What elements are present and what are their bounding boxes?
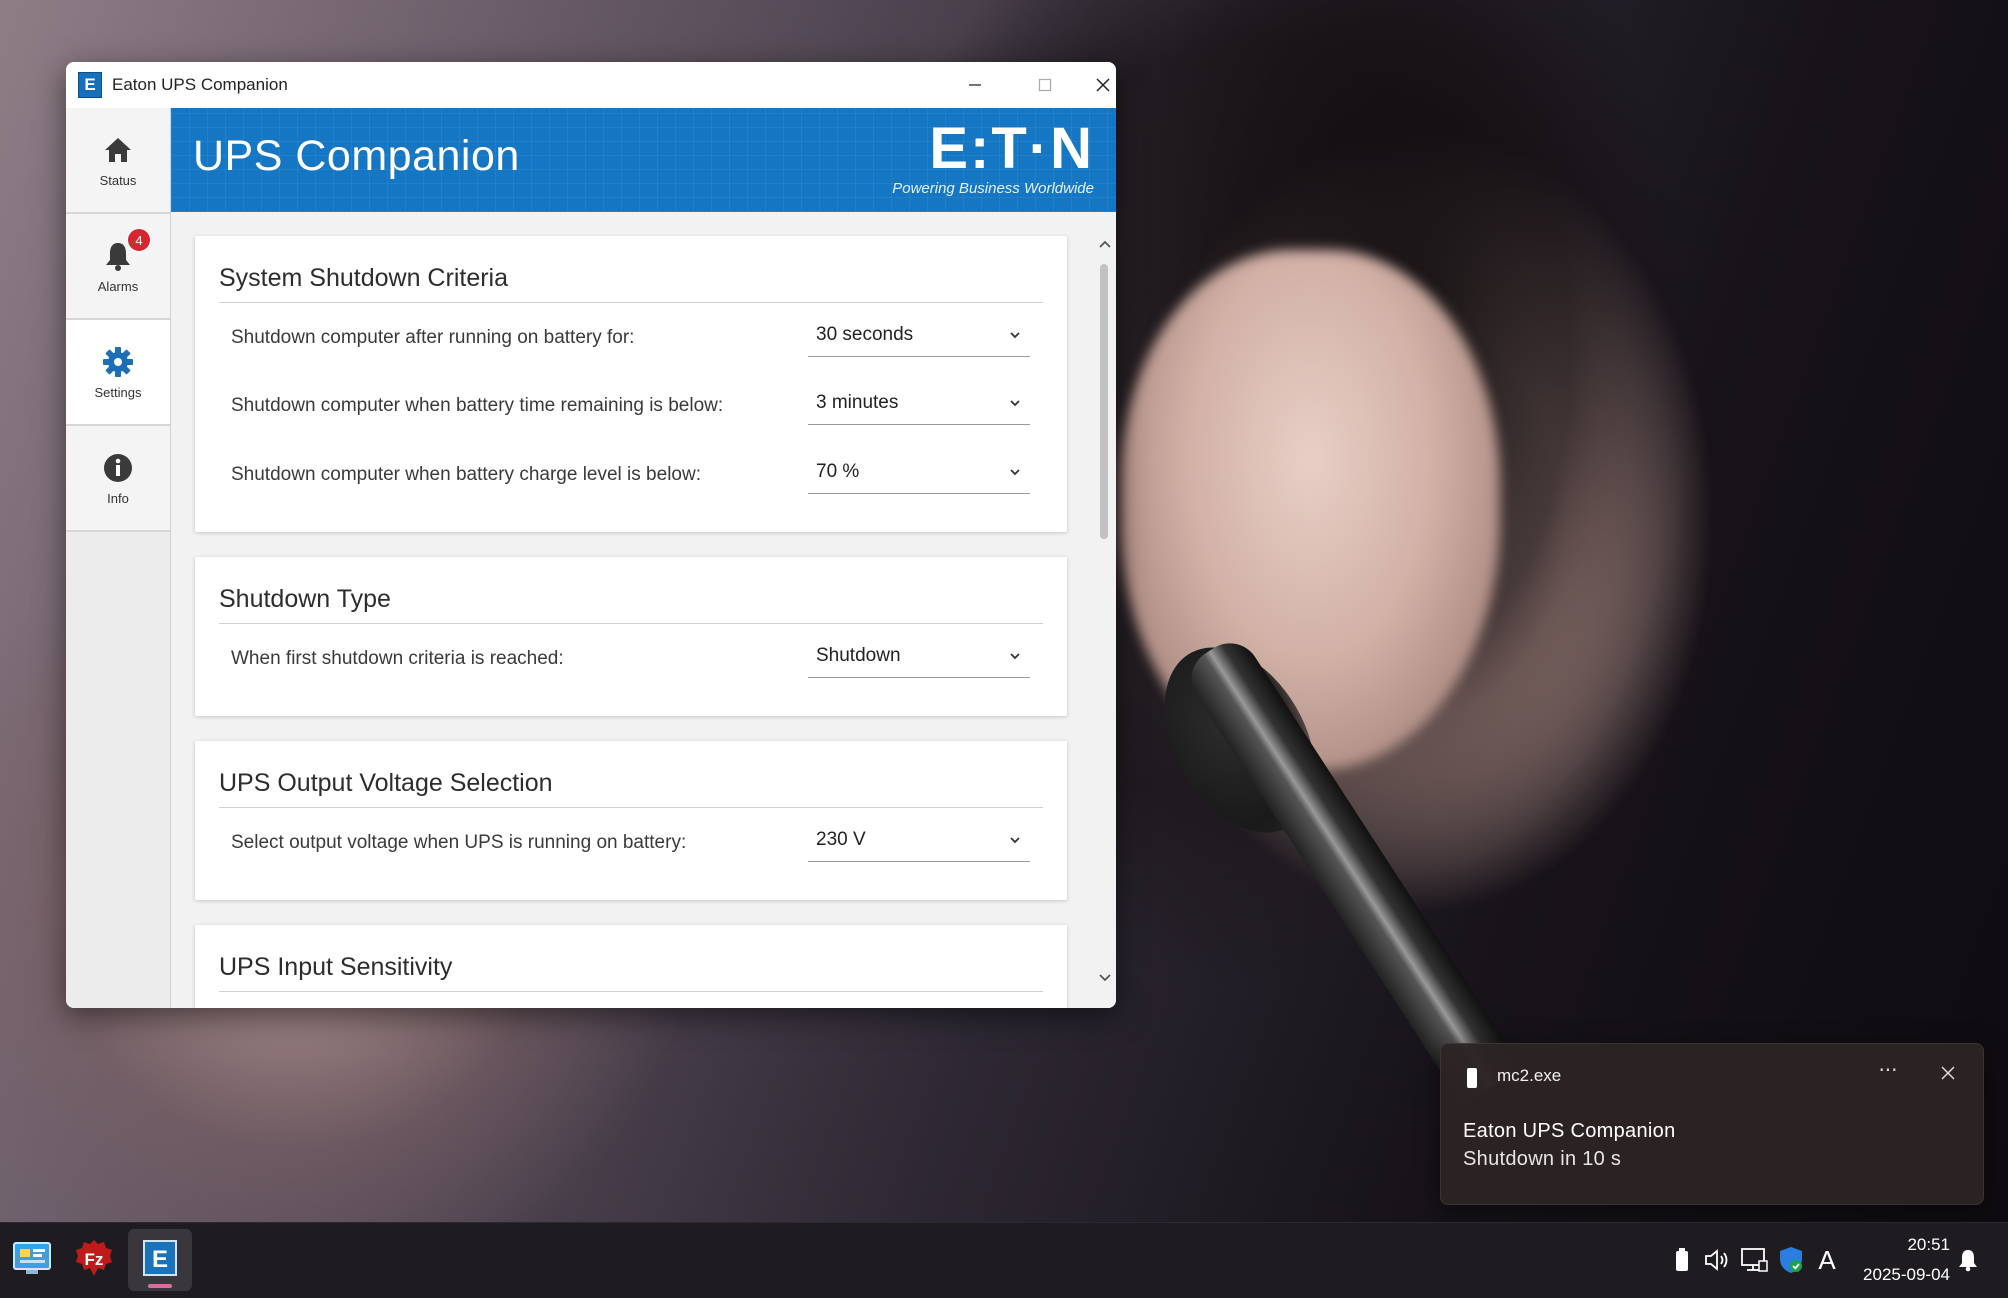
notification-bell-icon[interactable] — [1953, 1245, 1983, 1275]
taskbar: Fz E A 20:51 2025-09-04 — [0, 1222, 2008, 1298]
scroll-up-icon[interactable] — [1096, 234, 1114, 254]
sidebar-item-status[interactable]: Status — [66, 108, 170, 214]
output-voltage-select[interactable]: 230 V — [808, 823, 1030, 862]
sidebar-item-info[interactable]: Info — [66, 426, 170, 532]
output-voltage-card: UPS Output Voltage Selection Select outp… — [195, 741, 1067, 900]
select-value: 70 % — [816, 461, 860, 482]
logo-tagline: Powering Business Worldwide — [892, 180, 1094, 197]
alarm-count-badge: 4 — [127, 228, 151, 252]
shutdown-type-card: Shutdown Type When first shutdown criter… — [195, 557, 1067, 716]
eaton-app-icon: E — [78, 72, 102, 98]
section-title: Shutdown Type — [219, 585, 391, 613]
notification-app-name: mc2.exe — [1497, 1066, 1562, 1085]
input-method-indicator[interactable]: A — [1812, 1245, 1842, 1275]
time-remaining-label: Shutdown computer when battery time rema… — [231, 395, 724, 416]
sidebar: Status 4 Alarms Settings Info — [66, 108, 171, 1008]
filezilla-letters: Fz — [85, 1250, 104, 1269]
taskbar-app-control-panel[interactable] — [0, 1229, 64, 1291]
chevron-down-icon — [1006, 647, 1024, 665]
notification-close-button[interactable] — [1935, 1060, 1961, 1086]
input-sensitivity-card: UPS Input Sensitivity — [195, 925, 1067, 1008]
shutdown-criteria-card: System Shutdown Criteria Shutdown comput… — [195, 236, 1067, 532]
app-window: E Eaton UPS Companion Status 4 Alarms Se… — [66, 62, 1116, 1008]
app-body: Status 4 Alarms Settings Info UPS Compan… — [66, 108, 1116, 1008]
battery-icon[interactable] — [1667, 1245, 1697, 1275]
eaton-logo: E:T·N Powering Business Worldwide — [854, 120, 1094, 204]
notification-title: Eaton UPS Companion — [1463, 1120, 1676, 1142]
select-value: Shutdown — [816, 645, 901, 666]
settings-content: System Shutdown Criteria Shutdown comput… — [171, 212, 1116, 1008]
select-value: 30 seconds — [816, 324, 914, 345]
chevron-down-icon — [1006, 394, 1024, 412]
content-scrollbar[interactable] — [1094, 212, 1116, 1008]
gear-icon — [101, 345, 135, 379]
security-shield-icon[interactable] — [1776, 1245, 1806, 1275]
battery-icon — [1467, 1068, 1477, 1088]
battery-runtime-select[interactable]: 30 seconds — [808, 318, 1030, 357]
notification-body: Shutdown in 10 s — [1463, 1148, 1622, 1170]
taskbar-app-eaton[interactable]: E — [128, 1229, 192, 1291]
notification-toast[interactable]: mc2.exe ··· Eaton UPS Companion Shutdown… — [1440, 1043, 1984, 1205]
battery-runtime-label: Shutdown computer after running on batte… — [231, 327, 635, 348]
taskbar-app-filezilla[interactable]: Fz — [62, 1229, 126, 1291]
select-value: 230 V — [816, 829, 866, 850]
section-divider — [219, 807, 1043, 808]
scroll-down-icon[interactable] — [1096, 968, 1114, 988]
sidebar-item-label: Settings — [94, 384, 142, 400]
eaton-letter: E — [152, 1246, 168, 1273]
notification-more-button[interactable]: ··· — [1871, 1058, 1905, 1082]
home-icon — [101, 133, 135, 167]
sidebar-item-label: Alarms — [97, 278, 139, 294]
eaton-icon: E — [143, 1240, 177, 1280]
network-icon[interactable] — [1739, 1245, 1769, 1275]
chevron-down-icon — [1006, 831, 1024, 849]
section-divider — [219, 991, 1043, 992]
clock-date[interactable]: 2025-09-04 — [1840, 1265, 1950, 1285]
filezilla-icon: Fz — [75, 1239, 113, 1281]
output-voltage-label: Select output voltage when UPS is runnin… — [231, 832, 687, 853]
sidebar-item-settings[interactable]: Settings — [66, 320, 170, 426]
chevron-down-icon — [1006, 463, 1024, 481]
volume-icon[interactable] — [1703, 1245, 1733, 1275]
title-bar[interactable]: E Eaton UPS Companion — [66, 62, 1116, 108]
charge-level-select[interactable]: 70 % — [808, 455, 1030, 494]
section-divider — [219, 302, 1043, 303]
charge-level-label: Shutdown computer when battery charge le… — [231, 464, 701, 485]
sidebar-item-alarms[interactable]: 4 Alarms — [66, 214, 170, 320]
minimize-button[interactable] — [940, 62, 1010, 108]
section-divider — [219, 623, 1043, 624]
time-remaining-select[interactable]: 3 minutes — [808, 386, 1030, 425]
section-title: UPS Input Sensitivity — [219, 953, 453, 981]
info-icon — [101, 451, 135, 485]
maximize-button[interactable] — [1010, 62, 1080, 108]
sidebar-item-label: Info — [107, 490, 129, 506]
section-title: System Shutdown Criteria — [219, 264, 509, 292]
active-app-indicator — [148, 1284, 172, 1288]
control-panel-icon — [12, 1241, 52, 1279]
shutdown-action-label: When first shutdown criteria is reached: — [231, 648, 564, 669]
scrollbar-thumb[interactable] — [1100, 264, 1108, 539]
page-title: UPS Companion — [193, 132, 520, 180]
section-title: UPS Output Voltage Selection — [219, 769, 553, 797]
window-title: Eaton UPS Companion — [112, 75, 288, 94]
select-value: 3 minutes — [816, 392, 899, 413]
clock-time[interactable]: 20:51 — [1880, 1235, 1950, 1255]
chevron-down-icon — [1006, 326, 1024, 344]
logo-wordmark: E:T·N — [929, 116, 1094, 181]
close-button[interactable] — [1080, 62, 1116, 108]
sidebar-item-label: Status — [99, 172, 137, 188]
app-header: UPS Companion E:T·N Powering Business Wo… — [171, 108, 1116, 212]
shutdown-action-select[interactable]: Shutdown — [808, 639, 1030, 678]
